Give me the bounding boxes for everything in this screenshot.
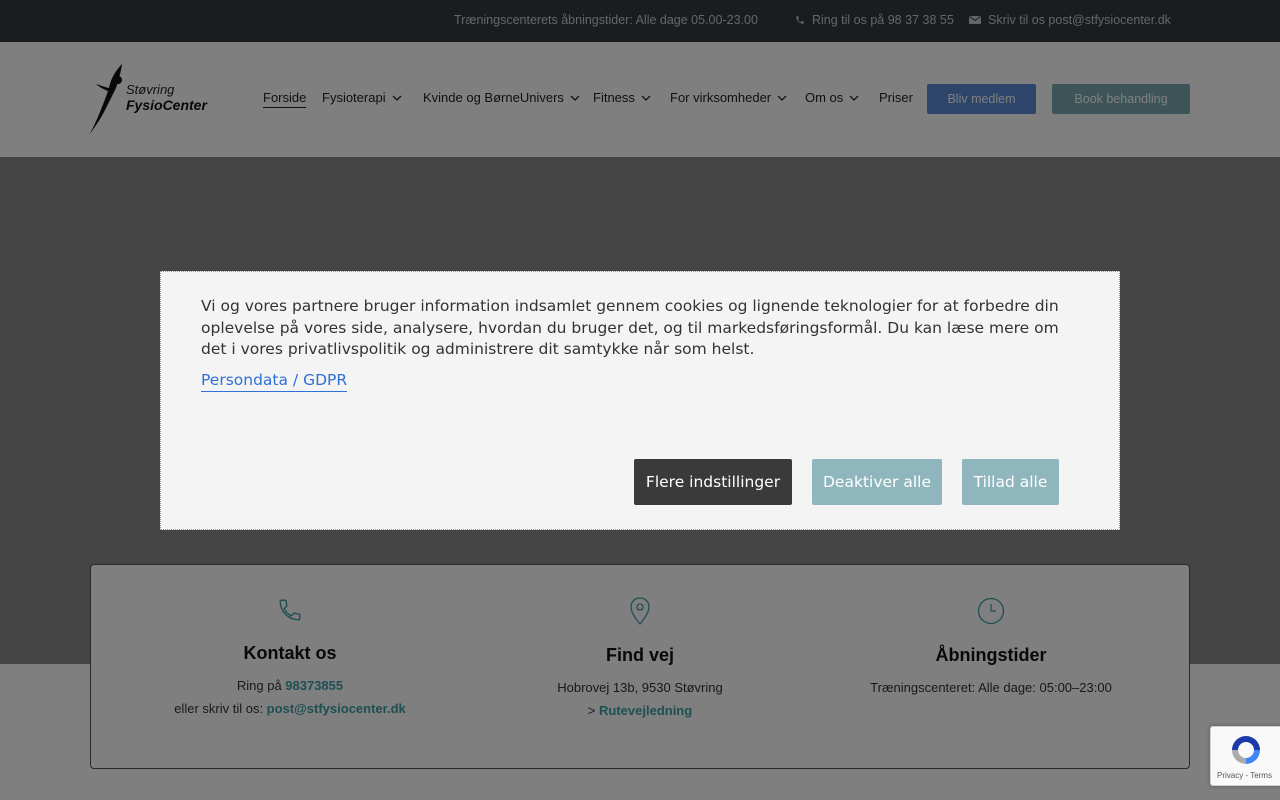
recaptcha-terms[interactable]: Privacy - Terms (1217, 771, 1272, 780)
cookie-description: Vi og vores partnere bruger information … (201, 297, 1059, 358)
cookie-consent-dialog: Vi og vores partnere bruger information … (160, 271, 1120, 530)
gdpr-link[interactable]: Persondata / GDPR (201, 371, 348, 392)
deny-all-button[interactable]: Deaktiver alle (812, 459, 942, 505)
allow-all-button[interactable]: Tillad alle (962, 459, 1059, 505)
recaptcha-logo-icon (1232, 736, 1260, 764)
more-settings-button[interactable]: Flere indstillinger (634, 459, 792, 505)
recaptcha-badge[interactable]: Privacy - Terms (1210, 726, 1280, 786)
